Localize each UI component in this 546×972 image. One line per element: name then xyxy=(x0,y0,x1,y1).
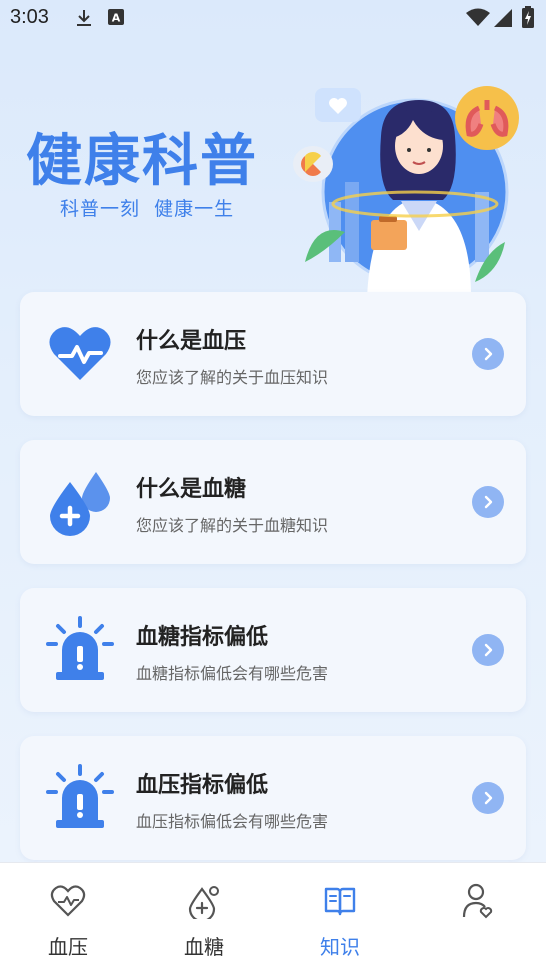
chevron-right-icon[interactable] xyxy=(472,782,504,814)
drop-outline-icon xyxy=(188,886,219,919)
svg-text:A: A xyxy=(112,12,121,25)
tab-blood-pressure[interactable]: 血压 xyxy=(0,863,136,972)
card-low-blood-pressure[interactable]: 血压指标偏低 血压指标偏低会有哪些危害 xyxy=(20,736,526,860)
card-what-is-blood-sugar[interactable]: 什么是血糖 您应该了解的关于血糖知识 xyxy=(20,440,526,564)
tab-profile[interactable] xyxy=(410,863,546,972)
heart-pulse-outline-icon xyxy=(50,885,86,917)
tab-label: 血压 xyxy=(48,935,88,959)
status-time: 3:03 xyxy=(10,6,49,28)
tab-label: 知识 xyxy=(320,935,360,959)
card-title: 什么是血糖 xyxy=(136,477,247,502)
alarm-icon xyxy=(46,764,114,828)
tab-label: 血糖 xyxy=(184,935,224,959)
wifi-icon xyxy=(466,8,490,26)
status-bar: 3:03 A xyxy=(0,0,546,36)
book-icon xyxy=(324,887,356,916)
alarm-icon xyxy=(46,616,114,680)
a-badge-icon: A xyxy=(108,9,124,25)
download-icon xyxy=(77,10,91,26)
card-title: 血糖指标偏低 xyxy=(136,625,269,650)
card-what-is-blood-pressure[interactable]: 什么是血压 您应该了解的关于血压知识 xyxy=(20,292,526,416)
chevron-right-icon[interactable] xyxy=(472,338,504,370)
card-description: 血压指标偏低会有哪些危害 xyxy=(136,812,329,831)
tab-knowledge[interactable]: 知识 xyxy=(272,863,408,972)
battery-icon xyxy=(522,6,534,28)
card-title: 什么是血压 xyxy=(136,329,247,354)
signal-icon xyxy=(494,9,512,27)
bottom-tab-bar: 血压 血糖 知识 xyxy=(0,862,546,972)
card-description: 血糖指标偏低会有哪些危害 xyxy=(136,664,329,683)
card-description: 您应该了解的关于血糖知识 xyxy=(136,516,329,535)
chevron-right-icon[interactable] xyxy=(472,486,504,518)
doctor-illustration xyxy=(293,86,519,297)
profile-icon xyxy=(462,883,493,919)
card-title: 血压指标偏低 xyxy=(136,773,269,798)
card-description: 您应该了解的关于血压知识 xyxy=(136,368,329,387)
tab-blood-sugar[interactable]: 血糖 xyxy=(136,863,272,972)
hero-title: 健康科普 xyxy=(26,129,258,194)
hero-subtitle: 科普一刻 健康一生 xyxy=(60,198,235,220)
card-low-blood-sugar[interactable]: 血糖指标偏低 血糖指标偏低会有哪些危害 xyxy=(20,588,526,712)
blood-drop-icon xyxy=(50,472,110,536)
heart-pulse-icon xyxy=(49,327,111,380)
chevron-right-icon[interactable] xyxy=(472,634,504,666)
